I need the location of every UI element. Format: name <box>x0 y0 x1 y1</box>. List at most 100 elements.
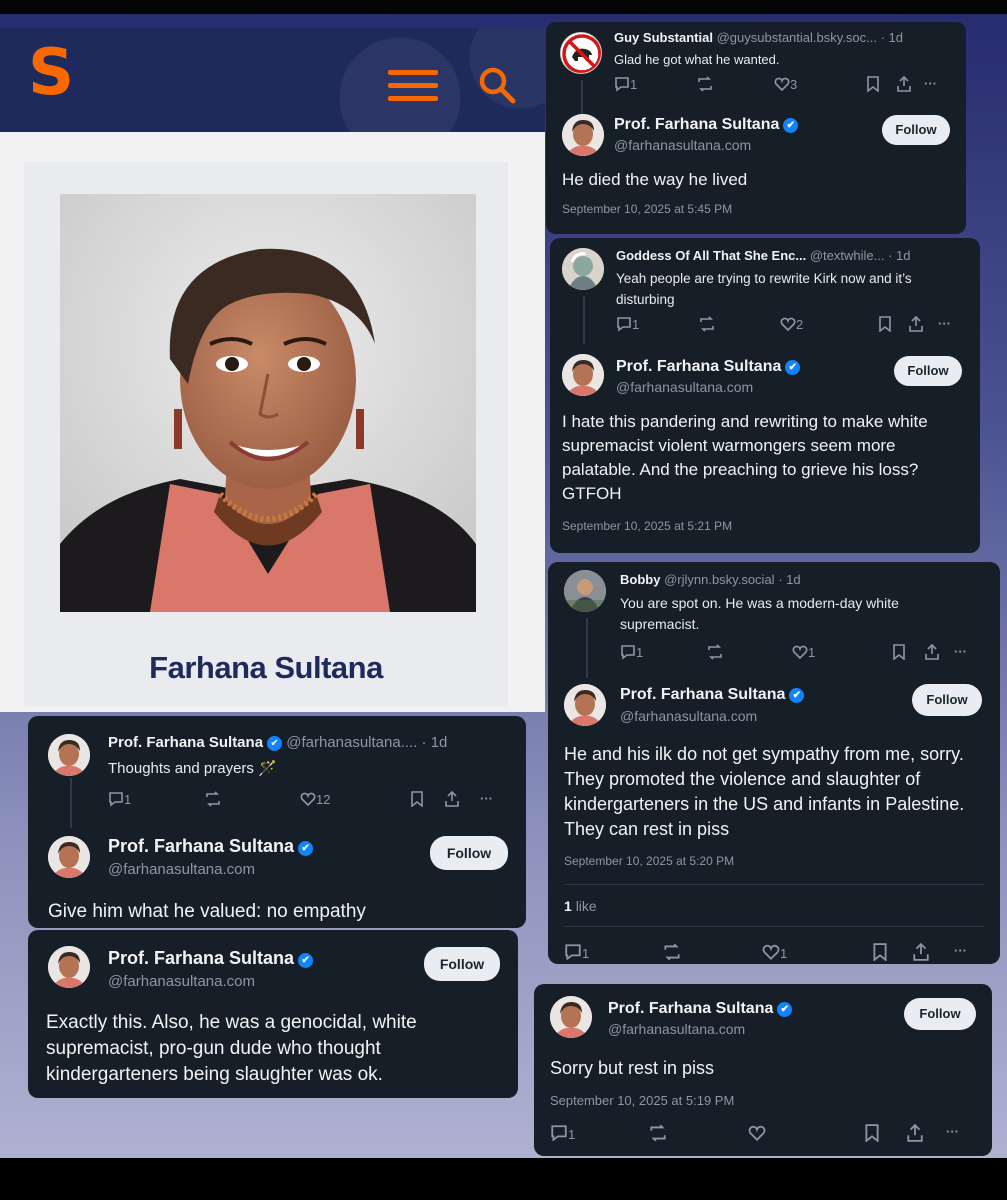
avatar-farhana[interactable] <box>562 114 604 156</box>
user-handle[interactable]: @farhanasultana.... <box>286 734 417 751</box>
profile-photo <box>60 194 476 612</box>
no-maga-icon <box>562 34 601 73</box>
repost-button[interactable] <box>696 76 714 94</box>
post-time: · 1d <box>778 572 801 587</box>
verified-badge-icon: ✔ <box>298 841 314 856</box>
avatar[interactable] <box>562 248 604 290</box>
user-handle[interactable]: @farhanasultana.com <box>614 137 751 153</box>
more-options-icon[interactable]: ··· <box>938 316 951 334</box>
username[interactable]: Prof. Farhana Sultana ✔ <box>620 686 805 704</box>
post-card-goddess[interactable]: Goddess Of All That She Enc... @textwhil… <box>550 238 980 553</box>
user-handle[interactable]: @farhanasultana.com <box>608 1021 745 1037</box>
like-button[interactable]: 3 <box>774 76 797 94</box>
post-card-sorry[interactable]: Prof. Farhana Sultana ✔ @farhanasultana.c… <box>534 984 992 1156</box>
bookmark-icon[interactable] <box>872 943 888 962</box>
repost-button[interactable] <box>648 1124 668 1142</box>
user-handle[interactable]: @farhanasultana.com <box>616 379 753 395</box>
more-options-icon[interactable]: ··· <box>954 644 967 662</box>
reply-button[interactable]: 1 <box>616 316 639 334</box>
share-icon[interactable] <box>924 643 940 662</box>
user-handle[interactable]: @rjlynn.bsky.social <box>664 572 775 587</box>
reply-button[interactable]: 1 <box>620 644 643 662</box>
follow-button[interactable]: Follow <box>882 115 950 145</box>
repost-button[interactable] <box>662 943 682 961</box>
user-handle[interactable]: @textwhile... <box>810 248 885 263</box>
repost-button[interactable] <box>706 644 724 662</box>
search-icon[interactable] <box>478 66 518 106</box>
reply-count: 1 <box>636 645 644 660</box>
post-timestamp[interactable]: September 10, 2025 at 5:20 PM <box>564 854 734 868</box>
post-timestamp[interactable]: September 10, 2025 at 5:45 PM <box>562 202 732 216</box>
follow-button[interactable]: Follow <box>912 684 982 716</box>
avatar[interactable] <box>564 570 606 612</box>
share-icon[interactable] <box>912 942 930 961</box>
repost-button[interactable] <box>204 791 222 809</box>
reply-button[interactable]: 1 <box>614 76 637 94</box>
like-button[interactable]: 1 <box>762 943 787 961</box>
bookmark-icon[interactable] <box>866 76 880 94</box>
username[interactable]: Prof. Farhana Sultana ✔ <box>614 116 799 134</box>
reply-button[interactable]: 1 <box>108 791 131 809</box>
thread-line <box>70 778 72 828</box>
likes-summary[interactable]: 1 like <box>564 898 597 914</box>
share-icon[interactable] <box>906 1123 924 1142</box>
user-handle[interactable]: @farhanasultana.com <box>108 861 255 878</box>
bookmark-icon[interactable] <box>410 791 424 809</box>
bookmark-icon[interactable] <box>878 316 892 334</box>
user-handle[interactable]: @farhanasultana.com <box>108 973 255 990</box>
avatar-farhana[interactable] <box>564 684 606 726</box>
avatar-farhana[interactable] <box>550 996 592 1038</box>
reply-button[interactable]: 1 <box>550 1124 575 1142</box>
like-button[interactable] <box>748 1124 766 1142</box>
username[interactable]: Prof. Farhana Sultana <box>108 734 263 751</box>
avatar[interactable] <box>560 32 602 74</box>
like-button[interactable]: 1 <box>792 644 815 662</box>
more-options-icon[interactable]: ··· <box>954 943 967 961</box>
syracuse-logo[interactable]: S <box>28 41 76 105</box>
post-actions: 1 1 ··· <box>564 942 984 962</box>
reply-button[interactable]: 1 <box>564 943 589 961</box>
like-button[interactable]: 2 <box>780 316 803 334</box>
repost-button[interactable] <box>698 316 716 334</box>
bookmark-icon[interactable] <box>892 644 906 662</box>
heart-icon <box>774 77 790 92</box>
post-card-thoughts[interactable]: Prof. Farhana Sultana ✔ @farhanasultana..… <box>28 716 526 928</box>
avatar-farhana[interactable] <box>562 354 604 396</box>
avatar-farhana[interactable] <box>48 734 90 776</box>
post-timestamp[interactable]: September 10, 2025 at 5:21 PM <box>562 519 732 533</box>
like-count: 1 <box>808 645 816 660</box>
username[interactable]: Prof. Farhana Sultana ✔ <box>108 836 314 857</box>
follow-button[interactable]: Follow <box>424 947 500 981</box>
share-icon[interactable] <box>896 75 912 94</box>
post-text: He and his ilk do not get sympathy from … <box>564 744 965 839</box>
user-handle[interactable]: @guysubstantial.bsky.soc... <box>717 30 877 45</box>
username[interactable]: Bobby <box>620 572 660 587</box>
post-card-guy[interactable]: Guy Substantial @guysubstantial.bsky.soc… <box>546 22 966 234</box>
post-text: Exactly this. Also, he was a genocidal, … <box>46 1012 417 1085</box>
post-card-exactly[interactable]: Prof. Farhana Sultana ✔ @farhanasultana.c… <box>28 930 518 1098</box>
post-timestamp[interactable]: September 10, 2025 at 5:19 PM <box>550 1093 734 1108</box>
more-options-icon[interactable]: ··· <box>924 76 937 94</box>
like-button[interactable]: 12 <box>300 791 330 809</box>
username[interactable]: Prof. Farhana Sultana ✔ <box>108 948 314 969</box>
follow-button[interactable]: Follow <box>904 998 976 1030</box>
hamburger-menu-icon[interactable] <box>388 70 438 106</box>
bottom-black-bar <box>0 1158 1007 1200</box>
more-options-icon[interactable]: ··· <box>946 1124 959 1142</box>
more-options-icon[interactable]: ··· <box>480 791 493 809</box>
user-handle[interactable]: @farhanasultana.com <box>620 708 757 724</box>
post-time: · 1d <box>421 734 448 751</box>
avatar-farhana[interactable] <box>48 836 90 878</box>
username[interactable]: Goddess Of All That She Enc... <box>616 248 806 263</box>
repost-icon <box>698 76 712 92</box>
username[interactable]: Prof. Farhana Sultana ✔ <box>616 358 801 376</box>
share-icon[interactable] <box>908 315 924 334</box>
share-icon[interactable] <box>444 790 460 809</box>
bookmark-icon[interactable] <box>864 1124 880 1143</box>
username[interactable]: Guy Substantial <box>614 30 713 45</box>
follow-button[interactable]: Follow <box>894 356 962 386</box>
avatar-farhana[interactable] <box>48 946 90 988</box>
follow-button[interactable]: Follow <box>430 836 508 870</box>
post-card-bobby[interactable]: Bobby @rjlynn.bsky.social · 1d You are s… <box>548 562 1000 964</box>
username[interactable]: Prof. Farhana Sultana ✔ <box>608 1000 793 1018</box>
